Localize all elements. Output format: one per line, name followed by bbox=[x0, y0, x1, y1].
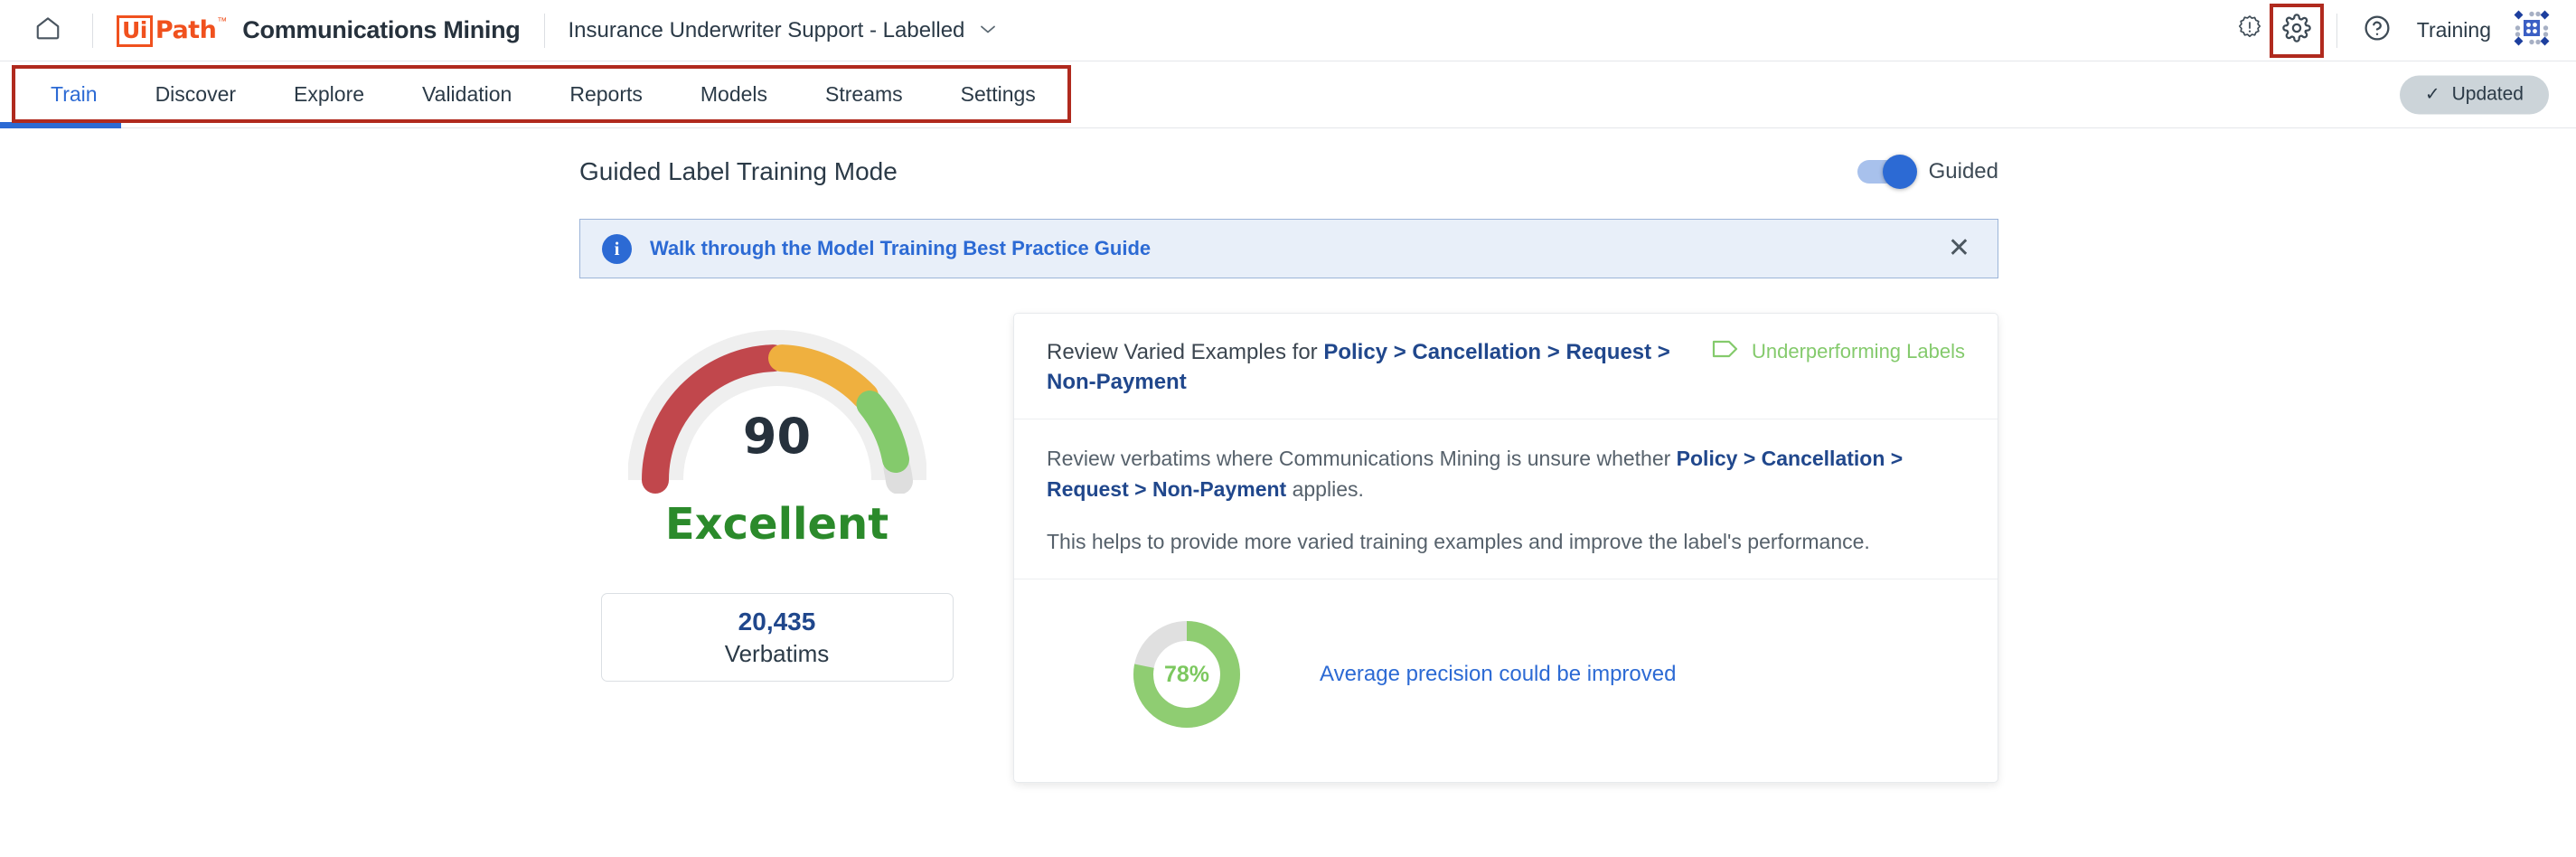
model-rating-gauge: 90 bbox=[626, 313, 927, 494]
divider bbox=[92, 13, 93, 48]
topbar-actions: Training bbox=[2226, 3, 2552, 58]
banner-link[interactable]: Walk through the Model Training Best Pra… bbox=[650, 237, 1151, 260]
tab-explore[interactable]: Explore bbox=[265, 61, 393, 127]
precision-percent: 78% bbox=[1163, 661, 1210, 687]
tag-label: Underperforming Labels bbox=[1751, 339, 1965, 363]
tab-discover[interactable]: Discover bbox=[127, 61, 265, 127]
main-content: Guided Label Training Mode Guided i Walk… bbox=[0, 128, 2576, 783]
tab-discover-label: Discover bbox=[155, 82, 237, 106]
project-title: Insurance Underwriter Support - Labelled bbox=[568, 17, 965, 42]
review-p1-post: applies. bbox=[1286, 477, 1364, 502]
review-title-prefix: Review Varied Examples for bbox=[1047, 340, 1324, 364]
review-p1-pre: Review verbatims where Communications Mi… bbox=[1047, 447, 1677, 471]
tab-models[interactable]: Models bbox=[672, 61, 796, 127]
divider-2 bbox=[543, 13, 545, 48]
verbatims-label: Verbatims bbox=[724, 639, 830, 667]
review-card-header: Review Varied Examples for Policy > Canc… bbox=[1014, 314, 1998, 420]
status-badge-label: Updated bbox=[2451, 83, 2524, 105]
logo-path-word: Path bbox=[155, 15, 217, 44]
precision-section: 78% Average precision could be improved bbox=[1014, 579, 1998, 775]
guided-mode-row: Guided Label Training Mode Guided bbox=[579, 128, 1998, 215]
gauge-score-value: 90 bbox=[742, 408, 812, 465]
apps-launcher-button[interactable] bbox=[2511, 10, 2552, 52]
tab-streams[interactable]: Streams bbox=[796, 61, 932, 127]
toggle-label: Guided bbox=[1928, 159, 1998, 184]
tab-explore-label: Explore bbox=[294, 82, 365, 106]
nav-tab-list: Train Discover Explore Validation Report… bbox=[0, 61, 1065, 127]
training-menu[interactable]: Training bbox=[2417, 18, 2491, 42]
page-title: Guided Label Training Mode bbox=[579, 157, 898, 185]
content-column: Guided Label Training Mode Guided i Walk… bbox=[579, 128, 1998, 783]
top-bar: Ui Path ™ Communications Mining Insuranc… bbox=[0, 0, 2576, 61]
best-practice-banner: i Walk through the Model Training Best P… bbox=[579, 219, 1998, 278]
alert-button[interactable] bbox=[2226, 7, 2273, 54]
alert-badge-icon bbox=[2235, 14, 2264, 47]
tab-models-label: Models bbox=[700, 82, 768, 106]
toggle-track bbox=[1857, 155, 1917, 189]
divider-3 bbox=[2336, 13, 2337, 48]
review-card-body: Review verbatims where Communications Mi… bbox=[1014, 419, 1998, 580]
precision-donut: 78% bbox=[1128, 616, 1246, 733]
info-icon: i bbox=[602, 233, 632, 264]
gauge-svg bbox=[626, 330, 927, 494]
main-nav: Train Discover Explore Validation Report… bbox=[0, 61, 2576, 128]
chevron-down-icon bbox=[979, 23, 997, 38]
tab-settings-label: Settings bbox=[960, 82, 1036, 106]
project-selector[interactable]: Insurance Underwriter Support - Labelled bbox=[569, 18, 998, 43]
brand: Ui Path ™ Communications Mining bbox=[117, 14, 521, 47]
close-icon[interactable]: ✕ bbox=[1948, 235, 1970, 262]
active-tab-indicator bbox=[0, 122, 121, 128]
review-card: Review Varied Examples for Policy > Canc… bbox=[1013, 313, 1998, 783]
toggle-knob bbox=[1882, 155, 1917, 189]
review-title: Review Varied Examples for Policy > Canc… bbox=[1047, 337, 1706, 397]
home-icon bbox=[34, 14, 61, 46]
tab-train-label: Train bbox=[51, 82, 98, 106]
gauge-rating-label: Excellent bbox=[664, 499, 889, 550]
status-badge[interactable]: ✓ Updated bbox=[2399, 75, 2549, 114]
tab-streams-label: Streams bbox=[825, 82, 903, 106]
review-paragraph-2: This helps to provide more varied traini… bbox=[1047, 530, 1870, 554]
underperforming-labels-tag[interactable]: Underperforming Labels bbox=[1712, 337, 1965, 363]
help-circle-icon bbox=[2363, 14, 2392, 47]
tab-settings[interactable]: Settings bbox=[932, 61, 1065, 127]
gear-icon bbox=[2282, 14, 2311, 47]
apps-grid-icon bbox=[2513, 9, 2551, 52]
check-icon: ✓ bbox=[2424, 84, 2440, 105]
tab-reports[interactable]: Reports bbox=[541, 61, 672, 127]
verbatims-count: 20,435 bbox=[738, 607, 816, 636]
logo-tm: ™ bbox=[217, 15, 228, 27]
score-and-review-split: 90 Excellent 20,435 Verbatims Review Var… bbox=[579, 313, 1998, 783]
tag-icon bbox=[1712, 339, 1739, 363]
review-paragraph-1: Review verbatims where Communications Mi… bbox=[1047, 443, 1965, 504]
verbatims-card[interactable]: 20,435 Verbatims bbox=[600, 593, 954, 682]
model-score-panel: 90 Excellent 20,435 Verbatims bbox=[579, 313, 974, 783]
guided-mode-toggle[interactable]: Guided bbox=[1857, 155, 1998, 189]
logo-ui-mark: Ui bbox=[117, 14, 153, 47]
tab-reports-label: Reports bbox=[569, 82, 643, 106]
home-button[interactable] bbox=[27, 10, 69, 52]
help-button[interactable] bbox=[2354, 7, 2401, 54]
settings-button[interactable] bbox=[2269, 3, 2324, 58]
precision-message[interactable]: Average precision could be improved bbox=[1320, 662, 1676, 687]
tab-validation-label: Validation bbox=[422, 82, 512, 106]
product-name: Communications Mining bbox=[242, 16, 521, 43]
tab-train[interactable]: Train bbox=[22, 61, 127, 127]
uipath-logo: Ui Path ™ bbox=[117, 14, 228, 47]
tab-validation[interactable]: Validation bbox=[393, 61, 541, 127]
